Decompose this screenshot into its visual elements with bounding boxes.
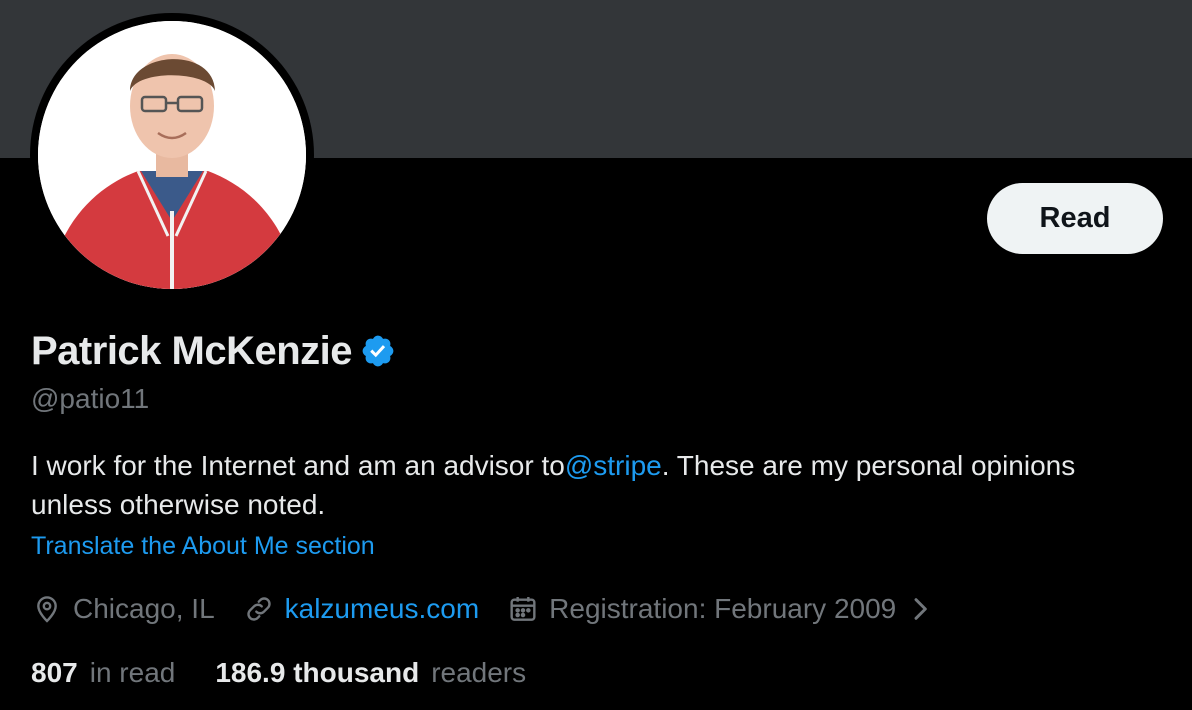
name-row: Patrick McKenzie bbox=[31, 327, 396, 375]
calendar-icon bbox=[510, 597, 536, 621]
avatar[interactable] bbox=[30, 13, 314, 297]
profile-handle: @patio11 bbox=[31, 383, 150, 414]
registration-item[interactable]: Registration: February 2009 bbox=[507, 593, 946, 625]
location-pin-icon bbox=[37, 596, 57, 623]
translate-bio-link[interactable]: Translate the About Me section bbox=[31, 532, 375, 561]
location-text: Chicago, IL bbox=[73, 593, 215, 624]
chevron-right-icon bbox=[914, 598, 928, 620]
bio-mention-link[interactable]: @stripe bbox=[565, 450, 662, 481]
followers-label: readers bbox=[431, 657, 527, 688]
bio-text-start: I work for the Internet and am an adviso… bbox=[31, 450, 565, 481]
following-count: 807 bbox=[31, 657, 78, 688]
location-item: Chicago, IL bbox=[31, 593, 215, 625]
registration-text: Registration: February 2009 bbox=[549, 593, 897, 624]
display-name: Patrick McKenzie bbox=[31, 328, 353, 373]
website-link[interactable]: kalzumeus.com bbox=[285, 593, 480, 625]
followers-stat[interactable]: 186.9 thousand readers bbox=[215, 657, 526, 689]
following-label: in read bbox=[89, 657, 176, 688]
profile-bio: I work for the Internet and am an adviso… bbox=[31, 446, 1131, 524]
website-item: kalzumeus.com bbox=[243, 593, 480, 625]
read-button[interactable]: Read bbox=[987, 183, 1163, 254]
avatar-photo bbox=[38, 21, 306, 289]
link-icon bbox=[246, 597, 271, 621]
followers-count: 186.9 thousand bbox=[215, 657, 420, 688]
verified-badge-icon[interactable] bbox=[360, 333, 396, 369]
profile-meta: Chicago, IL kalzumeus.com Registration: … bbox=[31, 589, 974, 629]
profile-page: Read Patrick McKenzie @patio11 I work fo… bbox=[0, 0, 1192, 710]
following-stat[interactable]: 807 in read bbox=[31, 657, 175, 689]
profile-stats: 807 in read 186.9 thousand readers bbox=[31, 653, 566, 693]
